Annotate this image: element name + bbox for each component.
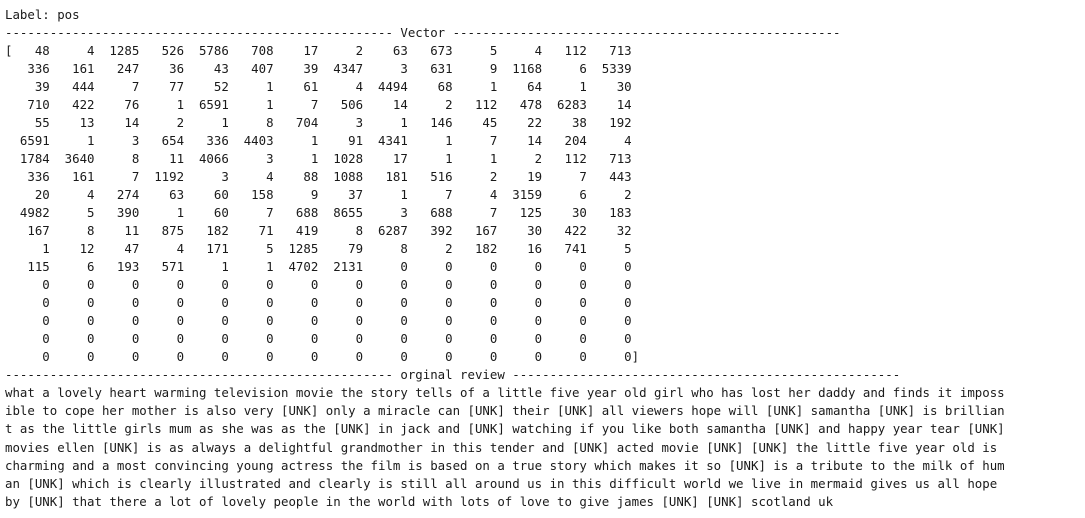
vector-header: ----------------------------------------… [5, 25, 841, 40]
review-line: t as the little girls mum as she was as … [5, 421, 1005, 437]
review-line: ible to cope her mother is also very [UN… [5, 403, 1005, 419]
vector-row: 39 444 7 77 52 1 61 4 4494 68 1 64 1 30 [5, 79, 632, 94]
vector-row: 336 161 247 36 43 407 39 4347 3 631 9 11… [5, 61, 632, 76]
vector-row: 0 0 0 0 0 0 0 0 0 0 0 0 0 0] [5, 349, 640, 364]
vector-row: 710 422 76 1 6591 1 7 506 14 2 112 478 6… [5, 97, 632, 112]
vector-row: 20 4 274 63 60 158 9 37 1 7 4 3159 6 2 [5, 187, 632, 202]
terminal-output: Label: pos -----------------------------… [0, 0, 1085, 511]
vector-matrix: [ 48 4 1285 526 5786 708 17 2 63 673 5 4… [5, 42, 1085, 366]
vector-row: 0 0 0 0 0 0 0 0 0 0 0 0 0 0 [5, 313, 632, 328]
vector-row: 1784 3640 8 11 4066 3 1 1028 17 1 1 2 11… [5, 151, 632, 166]
review-line: movies ellen [UNK] is as always a deligh… [5, 439, 998, 455]
vector-row: 0 0 0 0 0 0 0 0 0 0 0 0 0 0 [5, 331, 632, 346]
vector-row: 0 0 0 0 0 0 0 0 0 0 0 0 0 0 [5, 295, 632, 310]
review-header: ----------------------------------------… [5, 367, 901, 382]
review-line: an [UNK] which is clearly illustrated an… [5, 475, 998, 491]
vector-row: 115 6 193 571 1 1 4702 2131 0 0 0 0 0 0 [5, 259, 632, 274]
review-line: by [UNK] that there a lot of lovely peop… [5, 494, 834, 510]
vector-row: 4982 5 390 1 60 7 688 8655 3 688 7 125 3… [5, 205, 632, 220]
review-text: what a lovely heart warming television m… [5, 384, 1085, 511]
review-line: charming and a most convincing young act… [5, 457, 1005, 473]
vector-row: 1 12 47 4 171 5 1285 79 8 2 182 16 741 5 [5, 241, 632, 256]
vector-row: [ 48 4 1285 526 5786 708 17 2 63 673 5 4… [5, 43, 632, 58]
vector-row: 6591 1 3 654 336 4403 1 91 4341 1 7 14 2… [5, 133, 632, 148]
vector-row: 0 0 0 0 0 0 0 0 0 0 0 0 0 0 [5, 277, 632, 292]
vector-row: 167 8 11 875 182 71 419 8 6287 392 167 3… [5, 223, 632, 238]
vector-row: 336 161 7 1192 3 4 88 1088 181 516 2 19 … [5, 169, 632, 184]
review-line: what a lovely heart warming television m… [5, 385, 1005, 400]
label-line: Label: pos [5, 7, 80, 22]
vector-row: 55 13 14 2 1 8 704 3 1 146 45 22 38 192 [5, 115, 632, 130]
